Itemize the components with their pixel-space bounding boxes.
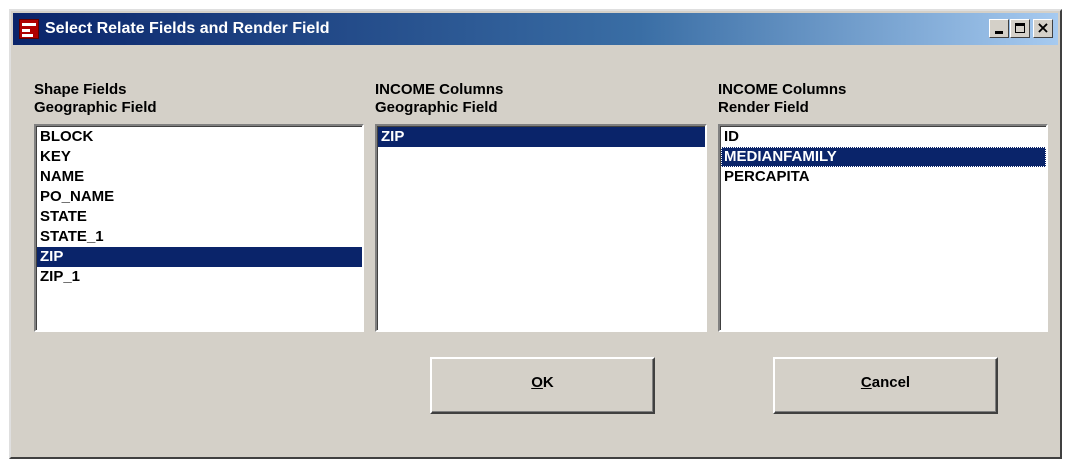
ok-button-label: OK [531,374,554,391]
shape-fields-listbox[interactable]: BLOCK KEY NAME PO_NAME STATE STATE_1 ZIP ZIP_1 [34,124,364,332]
list-item[interactable]: STATE [37,207,362,227]
minimize-button[interactable] [989,19,1009,38]
income-geo-list: ZIP [377,126,705,330]
window-title: Select Relate Fields and Render Field [45,20,330,37]
cancel-button[interactable]: Cancel [773,357,998,414]
list-item[interactable]: ZIP [378,127,705,147]
income-render-heading: INCOME Columns [718,81,847,98]
income-geo-heading: INCOME Columns [375,81,504,98]
shape-fields-subheading: Geographic Field [34,99,157,116]
income-render-list: ID MEDIANFAMILY PERCAPITA [720,126,1046,330]
list-item[interactable]: PERCAPITA [721,167,1046,187]
list-item[interactable]: STATE_1 [37,227,362,247]
cancel-button-label: Cancel [860,374,911,391]
maximize-icon [1015,23,1025,33]
minimize-icon [995,31,1003,34]
income-geo-listbox[interactable]: ZIP [375,124,707,332]
list-item[interactable]: NAME [37,167,362,187]
ok-button[interactable]: OK [430,357,655,414]
list-item[interactable]: ID [721,127,1046,147]
list-item[interactable]: BLOCK [37,127,362,147]
list-item[interactable]: ZIP_1 [37,267,362,287]
shape-fields-list: BLOCK KEY NAME PO_NAME STATE STATE_1 ZIP ZIP_1 [36,126,362,330]
close-icon: × [1036,18,1050,37]
income-render-listbox[interactable]: ID MEDIANFAMILY PERCAPITA [718,124,1048,332]
list-item[interactable]: ZIP [37,247,362,267]
app-icon [19,19,39,39]
close-button[interactable]: × [1033,18,1053,38]
income-render-subheading: Render Field [718,99,809,116]
list-item[interactable]: KEY [37,147,362,167]
list-item[interactable]: MEDIANFAMILY [721,147,1046,167]
dialog-window: Select Relate Fields and Render Field × … [9,9,1062,459]
maximize-button[interactable] [1010,19,1030,38]
list-item[interactable]: PO_NAME [37,187,362,207]
income-geo-subheading: Geographic Field [375,99,498,116]
title-bar[interactable]: Select Relate Fields and Render Field × [13,13,1058,45]
shape-fields-heading: Shape Fields [34,81,127,98]
